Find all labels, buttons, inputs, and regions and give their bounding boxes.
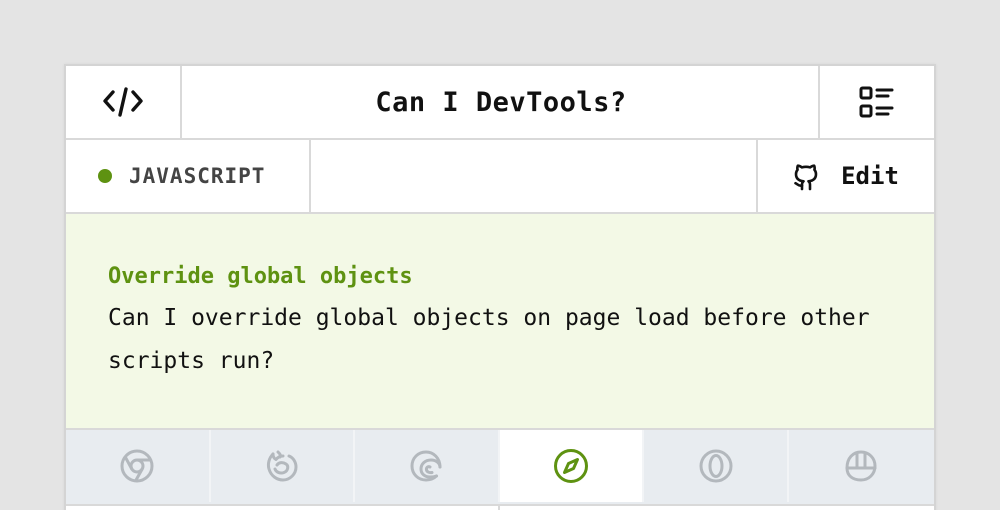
tab-safari[interactable]	[499, 430, 645, 502]
list-view-button[interactable]	[818, 66, 934, 138]
edit-button[interactable]: Edit	[756, 140, 934, 212]
list-view-icon	[859, 86, 894, 118]
polypane-icon	[845, 450, 877, 482]
home-button[interactable]	[66, 66, 182, 138]
header: Can I DevTools?	[66, 66, 934, 140]
chrome-icon	[120, 449, 154, 483]
category-dot	[98, 169, 112, 183]
feature-title: Override global objects	[108, 264, 413, 289]
feature-description: Can I override global objects on page lo…	[108, 305, 870, 374]
feature-content: Override global objects Can I override g…	[66, 214, 934, 430]
browser-tabs	[66, 430, 934, 504]
edit-label: Edit	[841, 162, 899, 190]
feature-card: Can I DevTools? JAVASCRIPT Edit Override…	[64, 64, 936, 510]
feature-toolbar: JAVASCRIPT Edit	[66, 140, 934, 214]
github-icon	[794, 164, 818, 191]
tab-chrome[interactable]	[66, 430, 211, 502]
code-icon	[103, 87, 143, 117]
tab-edge[interactable]	[355, 430, 500, 502]
tab-firefox[interactable]	[211, 430, 356, 502]
tab-polypane[interactable]	[789, 430, 934, 502]
category-tag[interactable]: JAVASCRIPT	[66, 140, 311, 212]
opera-icon	[699, 449, 733, 483]
category-label: JAVASCRIPT	[129, 164, 266, 188]
safari-icon	[554, 449, 589, 483]
edge-icon	[410, 450, 442, 482]
next-section-divider	[66, 504, 934, 510]
firefox-icon	[266, 450, 298, 482]
tab-opera[interactable]	[644, 430, 789, 502]
page-title: Can I DevTools?	[375, 86, 627, 118]
